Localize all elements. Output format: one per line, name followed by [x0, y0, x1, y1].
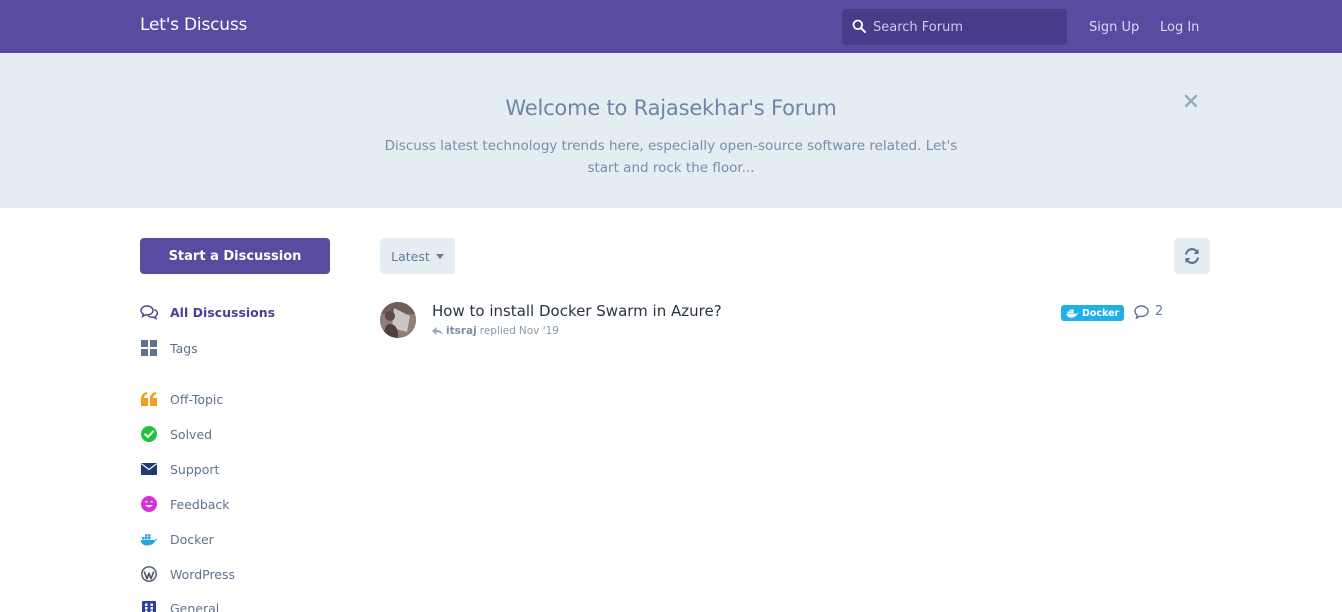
sidebar-item-support[interactable]: Support: [140, 459, 219, 479]
docker-icon: [140, 530, 158, 548]
refresh-button[interactable]: [1174, 238, 1210, 274]
search-box[interactable]: [842, 9, 1067, 45]
sidebar-item-feedback[interactable]: Feedback: [140, 494, 230, 514]
caret-down-icon: [435, 253, 444, 259]
comment-icon: [1134, 304, 1149, 319]
sidebar-item-general[interactable]: General: [140, 598, 219, 612]
discussion-action: replied: [479, 325, 516, 337]
avatar[interactable]: [380, 302, 416, 338]
check-circle-icon: [140, 425, 158, 443]
smile-icon: [140, 495, 158, 513]
sidebar-item-label: All Discussions: [170, 304, 276, 320]
sidebar-item-label: Solved: [170, 426, 213, 442]
sidebar-item-wordpress[interactable]: WordPress: [140, 564, 235, 584]
reply-count: 2: [1134, 304, 1163, 319]
signup-link[interactable]: Sign Up: [1089, 20, 1139, 35]
hero-title: Welcome to Rajasekhar's Forum: [505, 96, 837, 120]
tag-badge-docker[interactable]: Docker: [1061, 305, 1125, 321]
hero-description: Discuss latest technology trends here, e…: [384, 138, 958, 176]
header-bar: Let's Discuss Sign Up Log In: [0, 0, 1342, 53]
quote-icon: [140, 390, 158, 408]
sidebar-item-docker[interactable]: Docker: [140, 529, 214, 549]
sidebar-item-label: Docker: [170, 531, 214, 547]
sidebar-item-solved[interactable]: Solved: [140, 424, 212, 444]
discussion-meta: itsraj replied Nov '19: [432, 325, 559, 337]
search-input[interactable]: [873, 9, 1058, 45]
envelope-icon: [140, 460, 158, 478]
tag-badge-label: Docker: [1082, 307, 1120, 319]
search-icon: [852, 19, 866, 33]
discussion-time: Nov '19: [518, 325, 559, 337]
sidebar-item-off-topic[interactable]: Off-Topic: [140, 389, 223, 409]
reply-count-value: 2: [1155, 304, 1164, 319]
sort-dropdown[interactable]: Latest: [380, 238, 455, 274]
site-brand[interactable]: Let's Discuss: [140, 15, 247, 35]
wordpress-icon: [140, 565, 158, 583]
start-discussion-button[interactable]: Start a Discussion: [140, 238, 330, 274]
sidebar-item-label: Tags: [170, 340, 198, 356]
sort-dropdown-label: Latest: [391, 248, 430, 264]
close-icon[interactable]: [1183, 93, 1199, 109]
tags-grid-icon: [140, 339, 158, 357]
reply-icon: [432, 326, 443, 335]
sidebar-item-label: Off-Topic: [170, 391, 224, 407]
refresh-icon: [1184, 248, 1200, 264]
welcome-hero: Welcome to Rajasekhar's Forum Discuss la…: [0, 53, 1342, 208]
docker-icon: [1066, 309, 1079, 318]
login-link[interactable]: Log In: [1160, 20, 1199, 35]
sidebar-item-tags[interactable]: Tags: [140, 338, 198, 358]
grid-icon: [140, 599, 158, 612]
sidebar-item-all-discussions[interactable]: All Discussions: [140, 302, 275, 322]
discussion-user[interactable]: itsraj: [446, 325, 477, 337]
sidebar-item-label: General: [170, 600, 220, 612]
sidebar-item-label: Feedback: [170, 496, 230, 512]
comments-icon: [140, 303, 158, 321]
sidebar-item-label: WordPress: [170, 566, 236, 582]
discussion-title[interactable]: How to install Docker Swarm in Azure?: [432, 302, 722, 320]
sidebar-item-label: Support: [170, 461, 220, 477]
